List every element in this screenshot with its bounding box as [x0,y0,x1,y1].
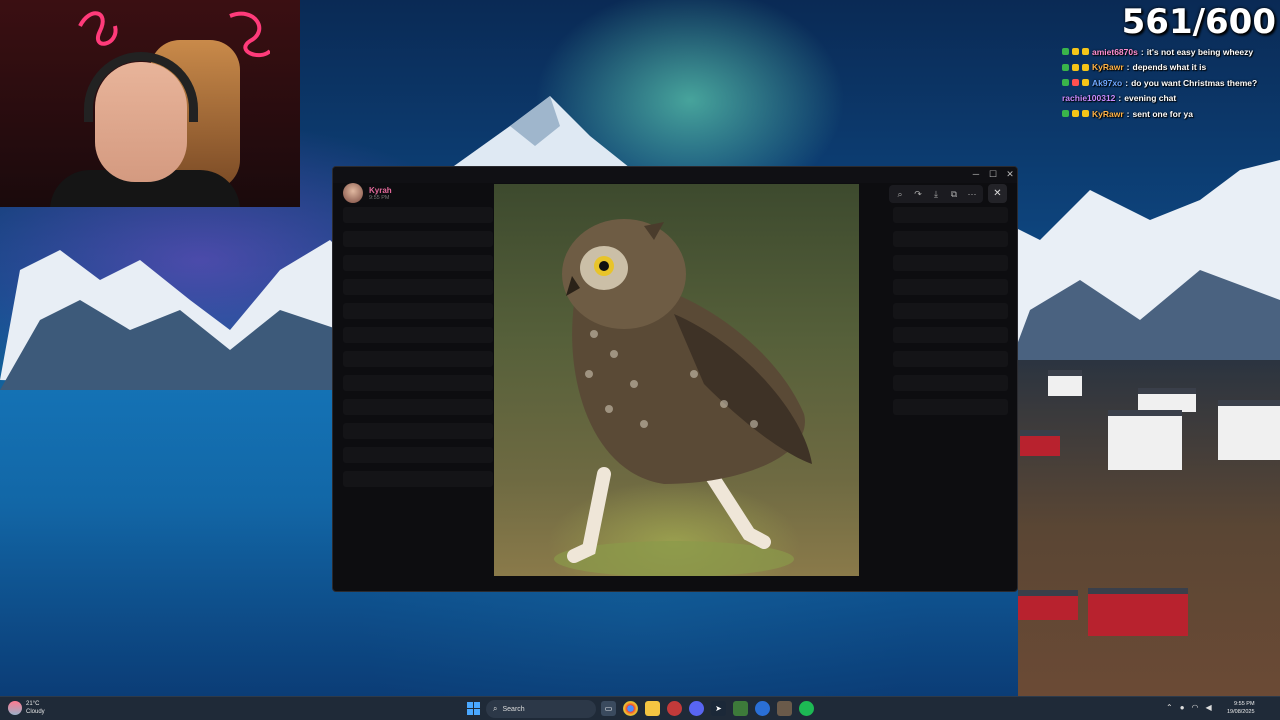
chat-badge-icon [1082,110,1089,118]
chat-badge-icon [1062,110,1069,118]
app-window: ─ ☐ ✕ Kyrah 9:55 PM ⌕ ↷ ⤓ ⧉ ⋯ ✕ [332,166,1018,592]
chat-message: KyRawr: depends what it is [1062,60,1276,76]
taskbar-search[interactable]: ⌕ Search [486,700,596,718]
chat-message: KyRawr: sent one for ya [1062,106,1276,122]
center-mountain-peak [440,96,640,176]
close-icon: ✕ [993,188,1002,199]
search-icon: ⌕ [493,704,498,713]
dimmed-member-list [893,207,1008,423]
chat-text: it's not easy being wheezy [1146,46,1254,57]
chat-text: depends what it is [1132,62,1207,73]
spotify-icon[interactable] [799,701,814,716]
chat-badge-icon [1062,79,1069,87]
chat-message: rachie100312: evening chat [1062,91,1276,107]
chat-text: evening chat [1124,93,1177,104]
taskbar-clock[interactable]: 9:55 PM 19/08/2025 [1227,700,1255,716]
app-icon-blue[interactable] [755,701,770,716]
file-explorer-icon[interactable] [645,701,660,716]
chat-separator: : [1140,46,1144,57]
task-view-icon[interactable]: ▭ [601,701,616,716]
media-close-button[interactable]: ✕ [988,184,1007,203]
owl-illustration [554,219,812,576]
notepad-icon[interactable] [733,701,748,716]
wifi-icon[interactable]: ◠ [1192,703,1199,712]
minimize-icon[interactable]: ─ [967,169,985,179]
chat-username: amiet6870s [1092,46,1138,57]
chat-badge-icon [1062,48,1069,56]
chat-username: rachie100312 [1062,93,1116,104]
chat-username: KyRawr [1092,62,1124,73]
avatar[interactable] [343,183,363,203]
clock-time: 9:55 PM [1234,701,1255,707]
chat-badge-icon [1072,63,1079,71]
download-icon[interactable]: ⤓ [929,187,943,201]
media-toolbar: ⌕ ↷ ⤓ ⧉ ⋯ [889,185,983,203]
chat-message: amiet6870s: it's not easy being wheezy [1062,44,1276,60]
chat-badge-icon [1082,79,1089,87]
microphone-icon[interactable]: ● [1180,703,1185,712]
start-button[interactable] [467,702,480,715]
weather-widget[interactable]: 21°C Cloudy [8,700,45,716]
left-mountains [0,240,340,390]
app-icon-figure[interactable] [777,701,792,716]
discord-icon[interactable] [689,701,704,716]
maximize-icon[interactable]: ☐ [984,169,1002,180]
chevron-up-icon[interactable]: ⌃ [1166,703,1173,712]
author-time: 9:55 PM [369,194,390,201]
chat-separator: : [1125,77,1129,88]
app-icon-red[interactable] [667,701,682,716]
window-titlebar: ─ ☐ ✕ [333,167,1017,183]
chat-separator: : [1126,62,1130,73]
author-name[interactable]: Kyrah [369,186,392,195]
chat-badge-icon [1072,79,1079,87]
chat-badge-icon [1062,63,1069,71]
clock-date: 19/08/2025 [1227,709,1255,715]
chat-text: sent one for ya [1132,108,1193,119]
chat-message: Ak97xo: do you want Christmas theme? [1062,75,1276,91]
steam-icon[interactable]: ➤ [711,701,726,716]
webcam-feed [0,0,300,207]
taskbar: 21°C Cloudy ⌕ Search ▭ ➤ ⌃ ● ◠ ◀ 9:55 PM… [0,696,1280,720]
dimmed-channel-list [343,207,493,495]
volume-icon[interactable]: ◀ [1206,703,1212,712]
right-mountains [1000,160,1280,390]
chat-badge-icon [1072,110,1079,118]
chat-overlay: amiet6870s: it's not easy being wheezy KyR… [1062,44,1276,122]
owl-image[interactable] [494,184,859,576]
chat-username: KyRawr [1092,108,1124,119]
system-tray: ⌃ ● ◠ ◀ [1166,703,1212,712]
zoom-icon[interactable]: ⌕ [893,187,907,201]
weather-desc: Cloudy [26,709,45,715]
media-author: Kyrah 9:55 PM [343,183,392,203]
weather-temp: 21°C [26,701,40,707]
search-placeholder: Search [502,705,525,713]
open-external-icon[interactable]: ⧉ [947,187,961,201]
chat-text: do you want Christmas theme? [1131,77,1258,88]
more-icon[interactable]: ⋯ [965,187,979,201]
cloud-icon [8,701,22,715]
chat-username: Ak97xo [1092,77,1123,88]
chat-badge-icon [1082,63,1089,71]
chat-separator: : [1126,108,1130,119]
chat-badge-icon [1072,48,1079,56]
chat-separator: : [1118,93,1122,104]
close-icon[interactable]: ✕ [1001,169,1017,180]
village-scene [1018,360,1280,696]
chat-badge-icon [1082,48,1089,56]
stream-counter: 561/600 [1121,2,1276,42]
forward-icon[interactable]: ↷ [911,187,925,201]
chrome-icon[interactable] [623,701,638,716]
